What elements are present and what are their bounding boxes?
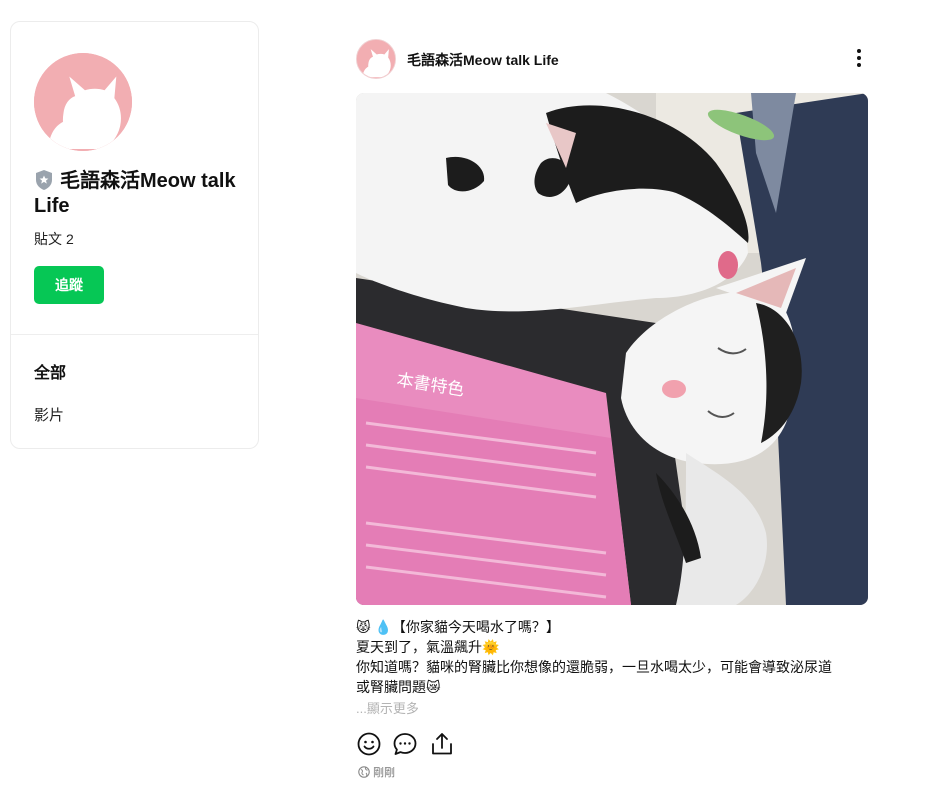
speech-bubble-icon[interactable]	[392, 731, 418, 757]
caption-line: 😾 💧【你家貓今天喝水了嗎？】	[356, 619, 560, 635]
shield-star-icon	[36, 170, 52, 190]
caption-line: 或腎臟問題😿	[356, 679, 441, 695]
cat-silhouette-logo	[34, 53, 132, 151]
profile-avatar[interactable]	[34, 53, 132, 151]
post-photo[interactable]: 本書特色	[356, 93, 868, 605]
post-count-value: 2	[66, 231, 74, 247]
post-timestamp: 剛剛	[373, 767, 395, 779]
profile-card: 毛語森活Meow talk Life 貼文 2 追蹤 全部 影片	[10, 21, 259, 449]
post-author-avatar[interactable]	[356, 39, 396, 79]
vertical-dots-icon[interactable]	[848, 47, 870, 69]
card-divider	[11, 334, 258, 335]
cat-silhouette-logo	[357, 40, 395, 78]
caption-line: 你知道嗎？貓咪的腎臟比你想像的還脆弱，一旦水喝太少，可能會導致泌尿道	[356, 659, 832, 675]
post-caption: 😾 💧【你家貓今天喝水了嗎？】 夏天到了，氣溫飆升🌞 你知道嗎？貓咪的腎臟比你想…	[356, 617, 876, 697]
post-count-label: 貼文	[34, 231, 62, 247]
profile-name-text: 毛語森活Meow talk Life	[34, 170, 236, 217]
follow-button[interactable]: 追蹤	[34, 266, 104, 304]
tab-all[interactable]: 全部	[34, 359, 66, 383]
globe-icon	[358, 766, 370, 778]
tab-video[interactable]: 影片	[34, 404, 64, 425]
share-icon[interactable]	[429, 731, 455, 757]
show-more-link[interactable]: ...顯示更多	[356, 698, 419, 717]
cats-photo: 本書特色	[356, 93, 868, 605]
post-author-name[interactable]: 毛語森活Meow talk Life	[407, 50, 559, 70]
smiley-icon[interactable]	[356, 731, 382, 757]
profile-name-heading: 毛語森活Meow talk Life	[34, 169, 244, 219]
post-header: 毛語森活Meow talk Life	[356, 39, 868, 79]
caption-line: 夏天到了，氣溫飆升🌞	[356, 639, 500, 655]
post-meta: 剛剛	[358, 764, 395, 780]
post-count: 貼文 2	[34, 229, 78, 249]
